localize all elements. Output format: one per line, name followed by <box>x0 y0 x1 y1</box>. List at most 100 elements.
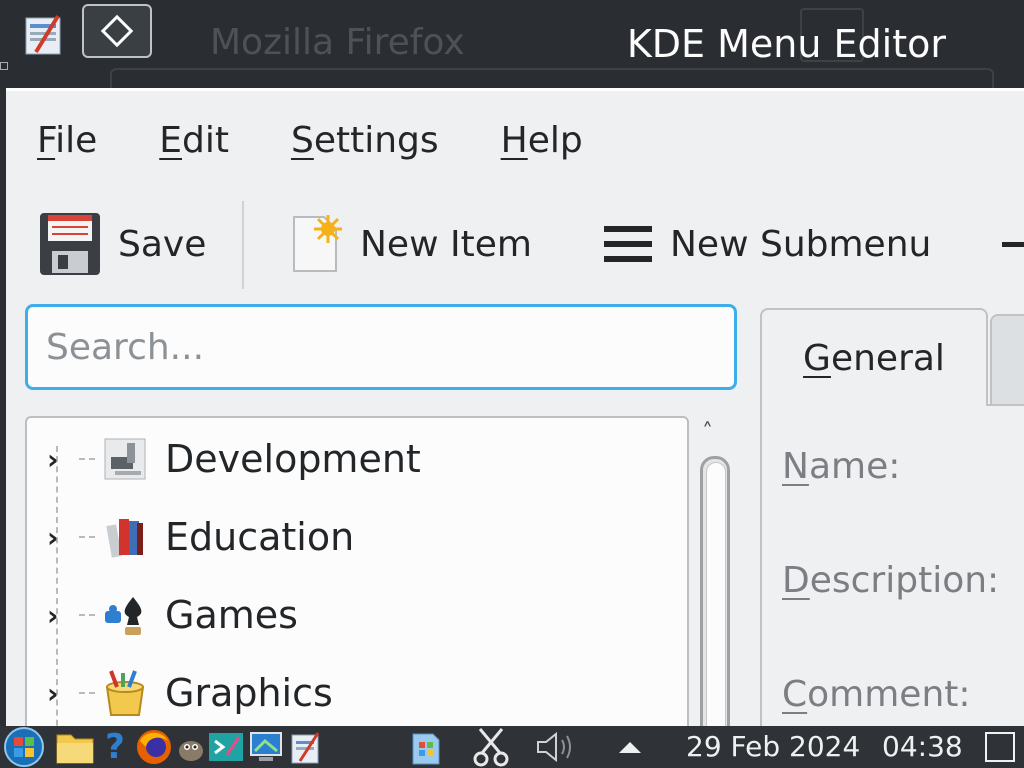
tree-scrollbar[interactable]: ˄ <box>696 416 736 731</box>
windows-orb-icon <box>4 727 44 767</box>
window-corner-mark <box>0 62 8 70</box>
save-button[interactable]: Save <box>38 207 206 281</box>
background-window-frame <box>110 68 994 88</box>
menu-file[interactable]: File <box>37 111 97 171</box>
graphics-icon <box>101 669 149 717</box>
floppy-disk-icon <box>38 211 102 277</box>
name-label-mnemonic: N <box>782 446 809 487</box>
tab-general[interactable]: General <box>760 308 988 406</box>
kmenuedit-app-icon[interactable] <box>22 12 68 58</box>
expand-chevron-icon[interactable]: › <box>47 599 73 632</box>
tab-advanced[interactable] <box>990 314 1024 404</box>
new-separator-button[interactable] <box>1002 207 1024 281</box>
gimp-launcher[interactable] <box>176 726 206 768</box>
ide-launcher[interactable] <box>206 726 246 768</box>
new-submenu-label: New Submenu <box>670 223 932 265</box>
scissors-icon <box>473 728 509 767</box>
save-label: Save <box>118 223 207 265</box>
show-desktop-button[interactable] <box>980 726 1020 768</box>
tree-item-development[interactable]: › Development <box>27 420 687 498</box>
description-label: Description: <box>782 560 999 601</box>
name-label-rest: ame: <box>808 446 901 487</box>
tray-expand-button[interactable] <box>612 726 648 768</box>
folder-icon <box>56 734 94 764</box>
gimp-icon <box>179 741 203 761</box>
tree-item-graphics[interactable]: › Graphics <box>27 654 687 731</box>
title-bar[interactable]: Mozilla Firefox KDE Menu Editor <box>0 0 1024 88</box>
menu-edit-mnemonic: E <box>159 120 182 161</box>
help-launcher[interactable]: ? <box>98 726 132 768</box>
caret-up-icon <box>619 742 641 753</box>
scrollbar-thumb[interactable] <box>706 462 726 731</box>
tab-general-mnemonic: G <box>803 337 831 379</box>
tree-item-games[interactable]: › Games <box>27 576 687 654</box>
description-label-mnemonic: D <box>782 560 810 601</box>
clock-date[interactable]: 29 Feb 2024 <box>686 726 860 768</box>
file-manager-launcher[interactable] <box>54 726 96 768</box>
show-desktop-icon <box>985 732 1015 762</box>
menu-help-mnemonic: H <box>500 120 528 161</box>
screenshot-tool[interactable] <box>470 726 512 768</box>
menu-help[interactable]: Help <box>501 111 583 171</box>
start-menu-button[interactable] <box>0 726 48 768</box>
details-pane: General Name: Description: Comment: <box>760 308 1024 731</box>
toolbar: Save New Item New Submenu <box>6 195 1024 295</box>
toolbar-separator <box>242 201 244 289</box>
tree-item-label: Games <box>165 593 298 637</box>
search-field[interactable] <box>25 304 737 390</box>
expand-chevron-icon[interactable]: › <box>47 443 73 476</box>
menu-file-rest: ile <box>55 120 98 161</box>
system-tray-app-icon[interactable] <box>406 726 446 768</box>
search-input[interactable] <box>28 307 734 387</box>
menu-file-mnemonic: F <box>37 120 56 161</box>
menu-tree[interactable]: › Development › Education › Games › Grap… <box>25 416 689 731</box>
window-title: KDE Menu Editor <box>626 22 946 66</box>
hamburger-menu-icon <box>602 222 654 266</box>
new-item-button[interactable]: New Item <box>290 207 532 281</box>
expand-chevron-icon[interactable]: › <box>47 521 73 554</box>
menu-settings-rest: ettings <box>313 120 439 161</box>
background-window-title: Mozilla Firefox <box>210 22 465 63</box>
code-editor-icon <box>209 733 243 761</box>
kmenuedit-icon <box>291 732 320 764</box>
name-label: Name: <box>782 446 900 487</box>
general-tab-panel: Name: Description: Comment: <box>760 404 1024 731</box>
comment-label-mnemonic: C <box>782 674 808 715</box>
help-icon: ? <box>105 727 125 767</box>
description-label-rest: escription: <box>809 560 1000 601</box>
keep-above-button[interactable] <box>82 4 152 58</box>
tree-branch-line <box>79 614 95 616</box>
menu-help-rest: elp <box>527 120 583 161</box>
tree-item-education[interactable]: › Education <box>27 498 687 576</box>
kmenuedit-task[interactable] <box>286 726 326 768</box>
education-icon <box>101 513 149 561</box>
menu-bar: File Edit Settings Help <box>6 111 614 171</box>
expand-chevron-icon[interactable]: › <box>47 677 73 710</box>
new-document-icon <box>290 213 344 275</box>
new-submenu-button[interactable]: New Submenu <box>602 207 931 281</box>
tab-general-rest: eneral <box>830 337 945 379</box>
main-window: File Edit Settings Help Save New Item Ne… <box>6 88 1024 731</box>
new-item-label: New Item <box>360 223 532 265</box>
speaker-icon <box>537 731 571 763</box>
comment-label: Comment: <box>782 674 971 715</box>
scroll-up-arrow-icon[interactable]: ˄ <box>702 420 713 445</box>
remote-desktop-launcher[interactable] <box>246 726 286 768</box>
games-icon <box>101 591 149 639</box>
separator-line-icon <box>1002 241 1024 247</box>
comment-label-rest: omment: <box>807 674 971 715</box>
menu-edit-rest: dit <box>182 120 229 161</box>
tree-branch-line <box>79 536 95 538</box>
tree-item-label: Development <box>165 437 421 481</box>
diamond-icon <box>100 14 134 48</box>
menu-edit[interactable]: Edit <box>159 111 229 171</box>
firefox-icon <box>137 730 171 764</box>
monitor-icon <box>250 732 282 761</box>
development-icon <box>101 435 149 483</box>
firefox-launcher[interactable] <box>132 726 176 768</box>
clock-time[interactable]: 04:38 <box>882 726 963 768</box>
menu-settings[interactable]: Settings <box>291 111 439 171</box>
volume-control[interactable] <box>532 726 580 768</box>
installer-icon <box>412 733 440 765</box>
tree-item-label: Education <box>165 515 355 559</box>
